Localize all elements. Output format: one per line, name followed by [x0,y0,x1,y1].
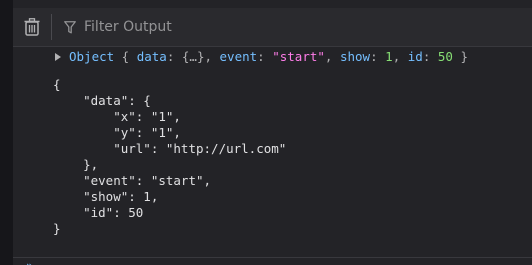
summary-id-value: 50 [437,49,453,64]
filter-output-input[interactable] [82,18,386,36]
json-line: "show": 1, [53,189,159,204]
json-line: } [53,221,61,236]
json-line: "y": "1", [53,125,181,140]
clear-console-button[interactable] [13,8,51,46]
left-edge [0,0,13,265]
filter-box [52,8,532,46]
summary-event-value: "start" [272,49,325,64]
object-summary-row[interactable]: Object { data: {…}, event: "start", show… [13,47,532,67]
json-line: "event": "start", [53,173,212,188]
json-line: { [53,77,61,92]
summary-key-event: event [219,49,258,64]
json-line: "data": { [53,93,151,108]
json-line: "id": 50 [53,205,144,220]
json-line: }, [53,157,99,172]
input-divider [13,257,532,258]
summary-key-data: data [136,49,167,64]
json-line: "url": "http://url.com" [53,141,287,156]
summary-key-show: show [339,49,371,64]
json-output: { "data": { "x": "1", "y": "1", "url": "… [13,77,532,237]
console-toolbar [13,8,532,47]
expand-arrow-icon[interactable] [55,53,61,61]
object-label: Object [69,49,115,64]
json-line: "x": "1", [53,109,181,124]
trash-icon [24,18,40,36]
prompt-chevron-icon: » [26,259,33,265]
summary-key-id: id [407,49,423,64]
summary-show-value: 1 [385,49,393,64]
web-console: Object { data: {…}, event: "start", show… [0,0,532,265]
filter-icon [64,20,76,33]
console-message: Object { data: {…}, event: "start", show… [13,47,532,237]
